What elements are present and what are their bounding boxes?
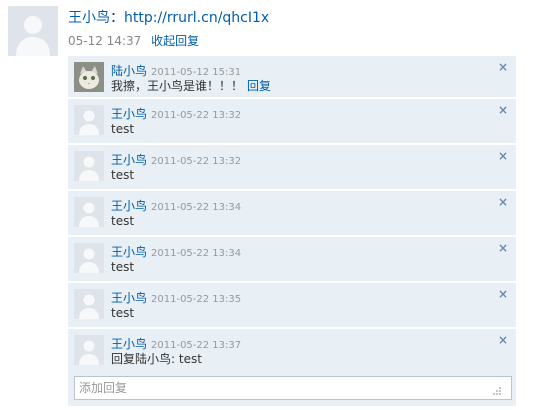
comment-avatar[interactable] xyxy=(74,197,104,227)
default-avatar-icon xyxy=(8,6,58,56)
default-avatar-icon xyxy=(74,197,104,227)
comment-body: 我擦，王小鸟是谁！！！ 回复 xyxy=(111,78,271,94)
comment-author[interactable]: 王小鸟 xyxy=(111,107,147,121)
comment-body: test xyxy=(111,121,134,137)
comment-avatar[interactable] xyxy=(74,289,104,319)
comment-text: test xyxy=(111,306,135,320)
comment-item: 王小鸟 2011-05-22 13:32 test × xyxy=(68,145,516,190)
comment-text: test xyxy=(111,122,135,136)
comment-time: 2011-05-22 13:35 xyxy=(151,294,242,305)
default-avatar-icon xyxy=(74,105,104,135)
default-avatar-icon xyxy=(74,243,104,273)
comment-avatar[interactable] xyxy=(74,335,104,365)
comment-avatar[interactable] xyxy=(74,105,104,135)
comment-author[interactable]: 王小鸟 xyxy=(111,199,147,213)
comment-body: 回复陆小鸟: test xyxy=(111,351,202,367)
comment-item: 王小鸟 2011-05-22 13:35 test × xyxy=(68,283,516,328)
close-icon[interactable]: × xyxy=(498,150,508,162)
default-avatar-icon xyxy=(74,335,104,365)
comment-text: test xyxy=(111,168,135,182)
comment-time: 2011-05-22 13:34 xyxy=(151,202,242,213)
comment-body: test xyxy=(111,167,134,183)
resize-grip-icon[interactable] xyxy=(492,386,502,396)
close-icon[interactable]: × xyxy=(498,61,508,73)
reply-link[interactable]: 回复 xyxy=(247,79,271,93)
comment-avatar[interactable] xyxy=(74,151,104,181)
comment-list: 陆小鸟 2011-05-12 15:31 我擦，王小鸟是谁！！！ 回复 × 王小鸟 2… xyxy=(68,56,516,375)
comment-time: 2011-05-12 15:31 xyxy=(151,67,242,78)
status-line: 王小鸟：http://rrurl.cn/qhcI1x xyxy=(68,8,269,28)
add-reply-input[interactable]: 添加回复 xyxy=(74,376,512,400)
close-icon[interactable]: × xyxy=(498,104,508,116)
close-icon[interactable]: × xyxy=(498,288,508,300)
comment-time: 2011-05-22 13:32 xyxy=(151,156,242,167)
comment-item: 王小鸟 2011-05-22 13:34 test × xyxy=(68,191,516,236)
comment-author[interactable]: 王小鸟 xyxy=(111,153,147,167)
cat-avatar-icon xyxy=(74,62,104,92)
comment-item: 王小鸟 2011-05-22 13:37 回复陆小鸟: test × xyxy=(68,329,516,374)
comment-author[interactable]: 王小鸟 xyxy=(111,245,147,259)
comment-body: test xyxy=(111,259,134,275)
comment-body: test xyxy=(111,213,134,229)
close-icon[interactable]: × xyxy=(498,242,508,254)
comment-avatar[interactable] xyxy=(74,62,104,92)
comment-body: test xyxy=(111,305,134,321)
default-avatar-icon xyxy=(74,289,104,319)
default-avatar-icon xyxy=(74,151,104,181)
status-time: 05-12 14:37 xyxy=(68,34,142,48)
comment-author[interactable]: 王小鸟 xyxy=(111,337,147,351)
comment-text: test xyxy=(111,214,135,228)
add-reply-panel: 添加回复 xyxy=(68,371,516,406)
user-avatar[interactable] xyxy=(8,6,58,56)
comment-author[interactable]: 陆小鸟 xyxy=(111,64,147,78)
close-icon[interactable]: × xyxy=(498,334,508,346)
comment-avatar[interactable] xyxy=(74,243,104,273)
comment-time: 2011-05-22 13:32 xyxy=(151,110,242,121)
comment-text: test xyxy=(111,260,135,274)
comment-item: 王小鸟 2011-05-22 13:32 test × xyxy=(68,99,516,144)
comment-item: 王小鸟 2011-05-22 13:34 test × xyxy=(68,237,516,282)
comment-time: 2011-05-22 13:34 xyxy=(151,248,242,259)
comment-text: 回复陆小鸟: test xyxy=(111,352,202,366)
comment-text: 我擦，王小鸟是谁！！！ xyxy=(111,79,244,93)
comment-author[interactable]: 王小鸟 xyxy=(111,291,147,305)
close-icon[interactable]: × xyxy=(498,196,508,208)
status-author[interactable]: 王小鸟 xyxy=(68,10,110,26)
collapse-replies-link[interactable]: 收起回复 xyxy=(151,34,199,48)
status-separator: ： xyxy=(110,10,124,26)
status-meta: 05-12 14:37 收起回复 xyxy=(68,33,199,49)
status-link[interactable]: http://rrurl.cn/qhcI1x xyxy=(124,10,269,26)
comment-item: 陆小鸟 2011-05-12 15:31 我擦，王小鸟是谁！！！ 回复 × xyxy=(68,56,516,98)
comment-time: 2011-05-22 13:37 xyxy=(151,340,242,351)
